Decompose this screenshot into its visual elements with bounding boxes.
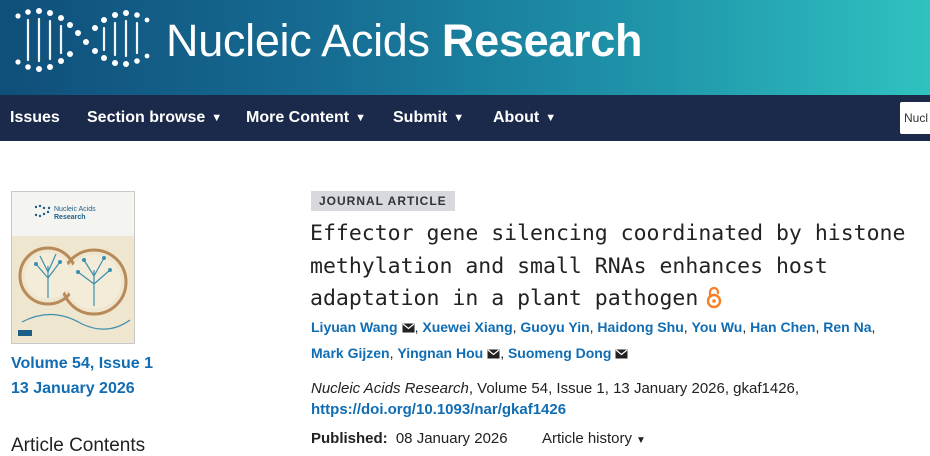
open-access-lock-icon [707,286,722,309]
article-citation: Nucleic Acids Research, Volume 54, Issue… [311,376,799,401]
citation-details: , Volume 54, Issue 1, 13 January 2026, g… [468,380,800,397]
email-icon[interactable] [402,323,415,333]
volume-issue-link[interactable]: Volume 54, Issue 1 [11,355,153,373]
nav-item-about[interactable]: About ▼ [493,95,556,141]
author-link[interactable]: Mark Gijzen [311,345,390,361]
author-link[interactable]: Haidong Shu [597,319,683,335]
cover-title-light: Nucleic Acids [54,206,96,213]
cover-title: Nucleic Acids Research [54,206,96,222]
site-title-bold: Research [441,15,643,66]
published-date: Published: 08 January 2026 [311,426,508,451]
author-link[interactable]: Suomeng Dong [508,345,611,361]
nav-item-label: More Content [246,109,350,126]
cover-logo-icon [34,204,51,218]
nav-item-more-content[interactable]: More Content ▼ [246,95,366,141]
nav-item-submit[interactable]: Submit ▼ [393,95,464,141]
published-value: 08 January 2026 [395,430,508,447]
published-label: Published: [311,430,388,447]
nav-item-label: Issues [10,109,60,126]
article-history-toggle[interactable]: Article history ▼ [542,426,646,453]
author-link[interactable]: You Wu [692,319,743,335]
site-title-light: Nucleic Acids [166,15,430,66]
email-icon[interactable] [487,349,500,359]
author-list: Liyuan Wang, Xuewei Xiang, Guoyu Yin, Ha… [311,319,876,361]
author-link[interactable]: Han Chen [750,319,815,335]
title-line: adaptation in a plant pathogen [310,286,699,311]
caret-down-icon: ▼ [211,112,223,124]
issue-cover-image[interactable]: Nucleic Acids Research [11,191,135,344]
caret-down-icon: ▼ [636,435,646,446]
caret-down-icon: ▼ [453,112,465,124]
main-nav: Issues Section browse ▼ More Content ▼ Sub… [0,95,930,141]
issue-date-link[interactable]: 13 January 2026 [11,380,135,398]
dna-helix-logo-icon[interactable] [6,2,156,78]
article-type-badge: JOURNAL ARTICLE [311,191,455,211]
email-icon[interactable] [615,349,628,359]
site-banner: Nucleic Acids Research [0,0,930,95]
nav-item-label: About [493,109,540,126]
doi-link[interactable]: https://doi.org/10.1093/nar/gkaf1426 [311,401,566,418]
author-link[interactable]: Yingnan Hou [397,345,483,361]
author-link[interactable]: Liyuan Wang [311,319,398,335]
nav-item-issues[interactable]: Issues [10,95,60,141]
cover-illustration [12,236,134,343]
site-title[interactable]: Nucleic Acids Research [166,14,642,68]
nav-item-label: Section browse [87,109,206,126]
nav-item-label: Submit [393,109,448,126]
title-line: methylation and small RNAs enhances host [310,253,828,279]
cover-header: Nucleic Acids Research [12,192,134,236]
cover-title-bold: Research [54,214,86,221]
author-link[interactable]: Ren Na [823,319,871,335]
article-history-label: Article history [542,430,633,447]
caret-down-icon: ▼ [545,112,557,124]
author-link[interactable]: Guoyu Yin [520,319,589,335]
author-link[interactable]: Xuewei Xiang [422,319,512,335]
title-line: Effector gene silencing coordinated by h… [310,221,906,246]
nav-item-section-browse[interactable]: Section browse ▼ [87,95,222,141]
search-input[interactable]: Nucl [900,102,930,134]
citation-journal: Nucleic Acids Research [311,380,469,397]
article-title: Effector gene silencing coordinated by h… [310,218,910,316]
caret-down-icon: ▼ [355,112,366,124]
article-contents-heading: Article Contents [11,435,146,456]
